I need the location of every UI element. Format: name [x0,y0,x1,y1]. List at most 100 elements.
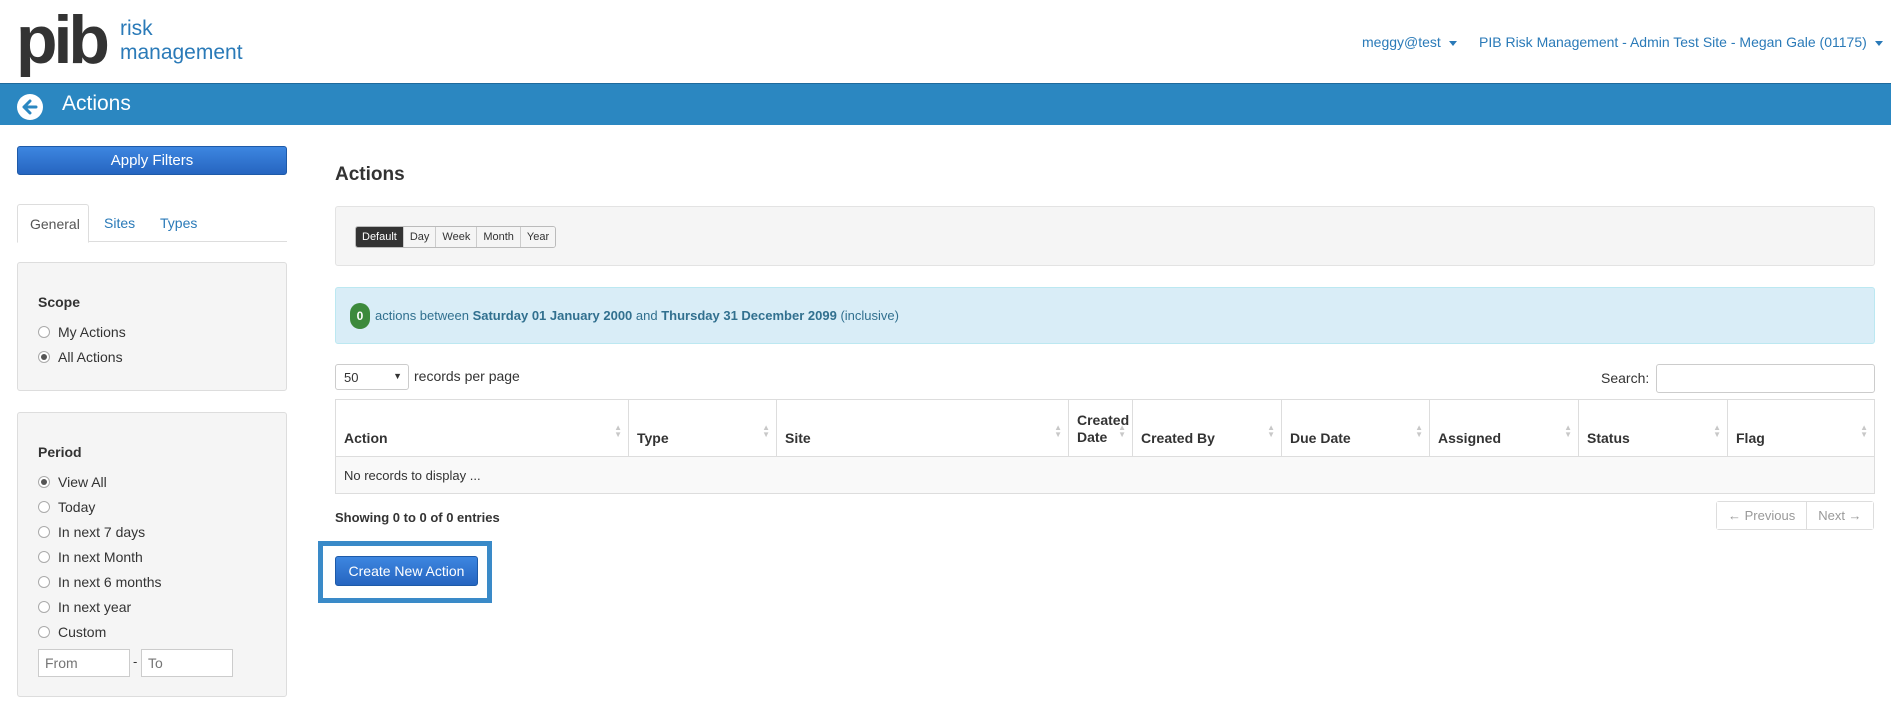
range-year-button[interactable]: Year [520,227,556,247]
actions-table: Action ▲ ▼ Type ▲ ▼ Site ▲ ▼ Created Date ▲ ▼ Cr… [335,399,1875,494]
radio-button[interactable] [38,476,50,488]
date-range-bar: Default Day Week Month Year [335,206,1875,266]
sort-icon: ▲ ▼ [1564,423,1572,439]
info-text: actions between Saturday 01 January 2000… [375,308,899,323]
column-header[interactable]: Due Date ▲ ▼ [1281,399,1430,457]
column-header[interactable]: Flag ▲ ▼ [1727,399,1875,457]
to-date-input[interactable] [141,649,233,677]
radio-button[interactable] [38,601,50,613]
column-header-label: Assigned [1438,430,1502,446]
radio-label: Custom [58,624,107,640]
period-title: Period [38,444,82,460]
empty-table-message: No records to display ... [335,456,1875,494]
range-default-button[interactable]: Default [356,227,404,247]
from-date-input[interactable] [38,649,130,677]
tab-general[interactable]: General [17,204,89,243]
page-titlebar: Actions [0,83,1891,125]
records-per-page-select[interactable]: 50 ▼ [335,364,409,390]
apply-filters-button[interactable]: Apply Filters [17,146,287,175]
radio-button[interactable] [38,576,50,588]
radio-next-month[interactable]: In next Month [38,549,143,565]
records-per-page-label: records per page [414,368,520,384]
radio-view-all[interactable]: View All [38,474,107,490]
radio-button[interactable] [38,326,50,338]
radio-button[interactable] [38,526,50,538]
filter-sidebar: Apply Filters General Sites Types Scope … [17,146,287,697]
radio-label: In next 6 months [58,574,162,590]
count-badge: 0 [350,303,370,329]
radio-next-6-months[interactable]: In next 6 months [38,574,162,590]
column-header-label: Created By [1141,430,1215,446]
tab-types[interactable]: Types [160,204,197,243]
scope-title: Scope [38,294,81,310]
sort-icon: ▲ ▼ [1713,423,1721,439]
period-panel: Period View All Today In next 7 days In … [17,412,287,697]
range-day-button[interactable]: Day [403,227,437,247]
date-range-separator: - [133,654,138,669]
tab-sites[interactable]: Sites [104,204,135,243]
info-text-part: (inclusive) [836,308,899,323]
page-title: Actions [62,92,131,115]
radio-today[interactable]: Today [38,499,95,515]
sort-icon: ▲ ▼ [1118,423,1126,439]
site-menu[interactable]: PIB Risk Management - Admin Test Site - … [1479,34,1883,50]
dropdown-arrow-icon: ▼ [393,371,402,381]
radio-button[interactable] [38,551,50,563]
column-header-label: Type [637,430,669,446]
radio-label: Today [58,499,96,515]
radio-next-7-days[interactable]: In next 7 days [38,524,145,540]
search-label: Search: [1601,370,1650,386]
user-menu[interactable]: meggy@test [1362,34,1457,50]
info-text-part: and [632,308,662,323]
scope-panel: Scope My Actions All Actions [17,262,287,391]
table-header-row: Action ▲ ▼ Type ▲ ▼ Site ▲ ▼ Created Date ▲ ▼ Cr… [335,399,1875,457]
radio-label: In next 7 days [58,524,146,540]
column-header-label: Due Date [1290,430,1351,446]
info-end-date: Thursday 31 December 2099 [661,308,837,323]
column-header[interactable]: Assigned ▲ ▼ [1429,399,1579,457]
column-header-label: Status [1587,430,1630,446]
site-menu-label: PIB Risk Management - Admin Test Site - … [1479,34,1867,50]
column-header[interactable]: Status ▲ ▼ [1578,399,1728,457]
radio-button[interactable] [38,351,50,363]
radio-label: All Actions [58,349,123,365]
radio-all-actions[interactable]: All Actions [38,349,123,365]
column-header[interactable]: Created Date ▲ ▼ [1068,399,1133,457]
radio-button[interactable] [38,626,50,638]
filter-tabs: General Sites Types [17,204,287,243]
records-per-page-value: 50 [344,370,359,385]
search-input[interactable] [1656,364,1875,393]
column-header-label: Flag [1736,430,1765,446]
chevron-down-icon [1448,40,1457,46]
column-header-label: Action [344,430,388,446]
range-month-button[interactable]: Month [477,227,521,247]
range-week-button[interactable]: Week [436,227,478,247]
column-header-label: Created Date [1077,412,1130,445]
column-header[interactable]: Type ▲ ▼ [628,399,777,457]
column-header[interactable]: Created By ▲ ▼ [1132,399,1282,457]
info-start-date: Saturday 01 January 2000 [472,308,633,323]
next-page-button[interactable]: Next → [1807,502,1873,529]
radio-label: My Actions [58,324,126,340]
column-header[interactable]: Action ▲ ▼ [335,399,629,457]
table-info: Showing 0 to 0 of 0 entries [335,510,500,525]
create-new-action-button[interactable]: Create New Action [335,556,478,586]
radio-custom[interactable]: Custom [38,624,106,640]
radio-label: View All [58,474,107,490]
back-button[interactable] [17,94,43,120]
radio-label: In next Month [58,549,143,565]
user-menu-label: meggy@test [1362,34,1441,50]
previous-page-button[interactable]: ← Previous [1717,502,1808,529]
arrow-left-icon [22,99,38,115]
sort-icon: ▲ ▼ [1415,423,1423,439]
top-header: pib risk management meggy@test PIB Risk … [0,0,1891,83]
radio-next-year[interactable]: In next year [38,599,131,615]
logo-wordmark: pib [16,2,110,78]
pib-logo[interactable]: pib risk management [16,2,243,78]
column-header[interactable]: Site ▲ ▼ [776,399,1069,457]
logo-tagline-line1: risk [119,17,153,40]
radio-button[interactable] [38,501,50,513]
sort-icon: ▲ ▼ [614,423,622,439]
radio-my-actions[interactable]: My Actions [38,324,126,340]
column-header-label: Site [785,430,811,446]
